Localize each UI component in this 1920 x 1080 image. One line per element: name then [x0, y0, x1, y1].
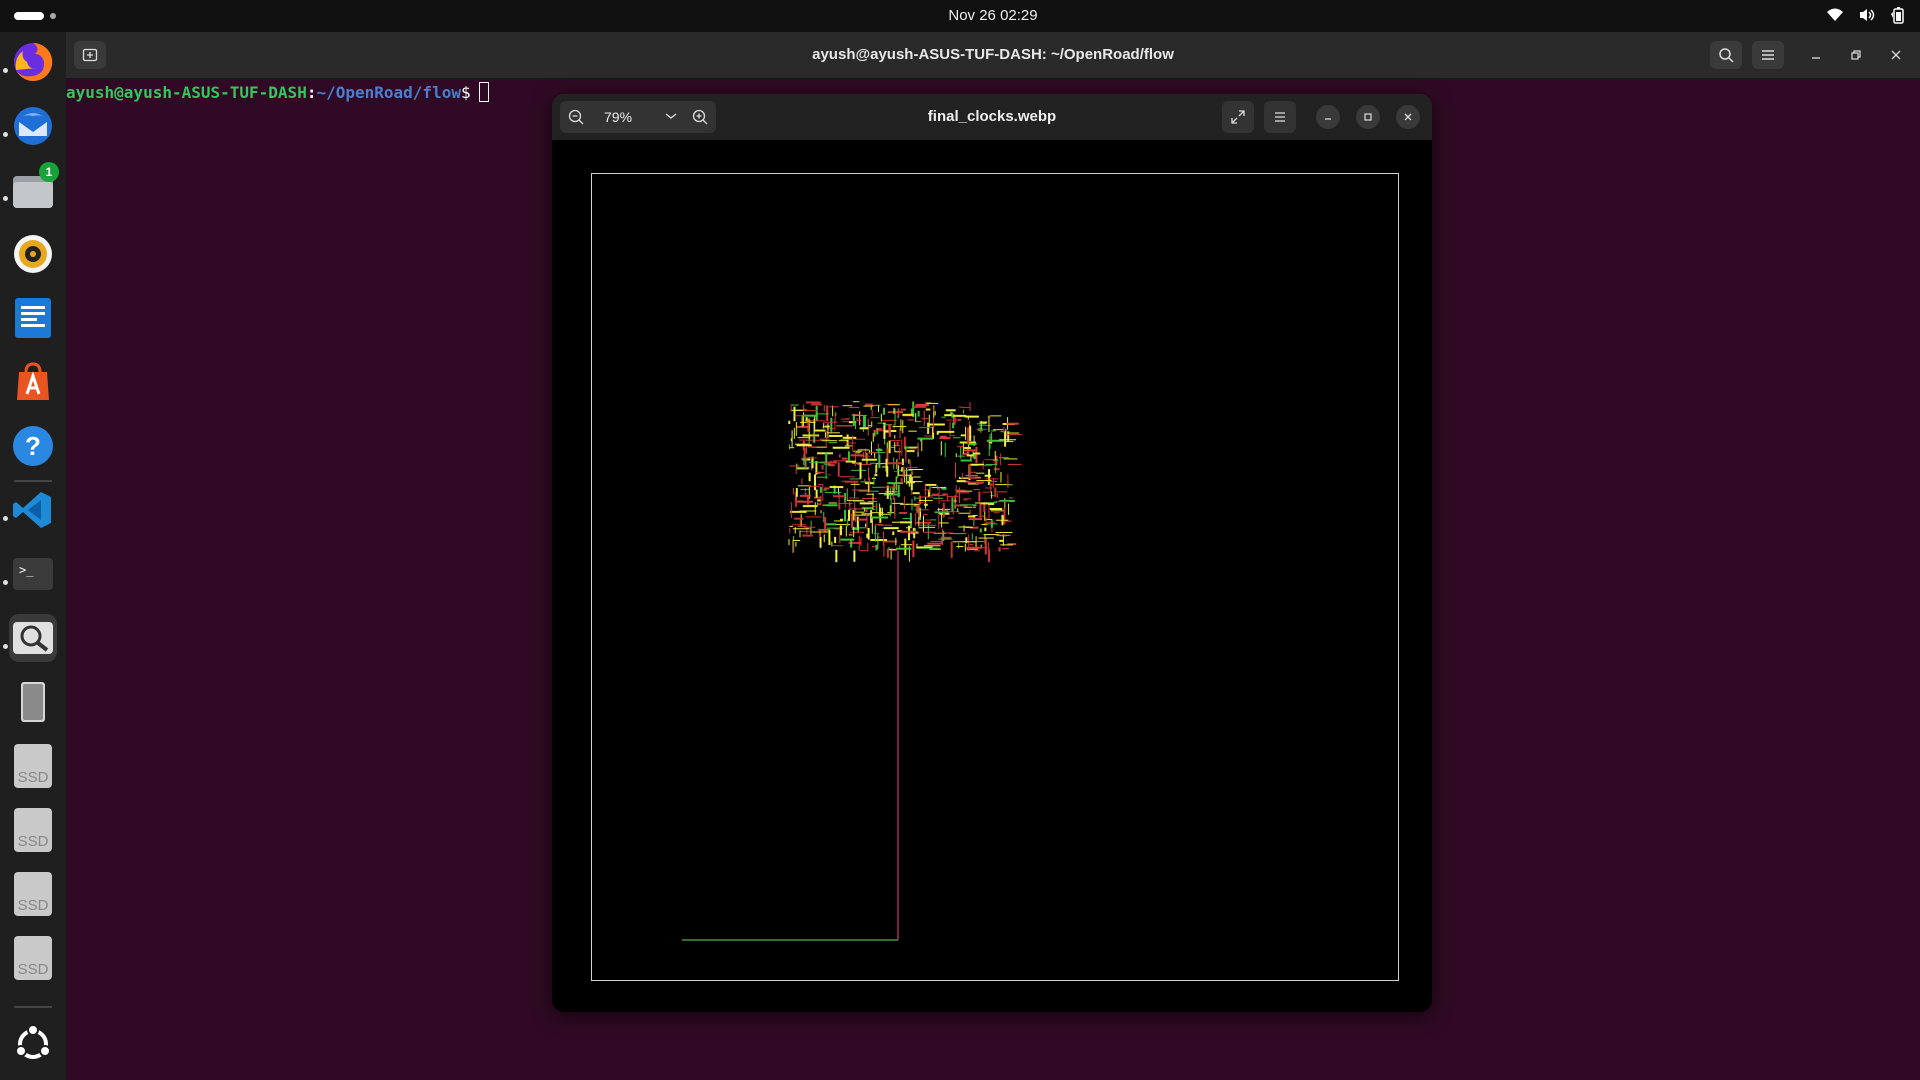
viewer-close-button[interactable]: [1396, 105, 1420, 129]
notification-badge: 1: [39, 162, 59, 182]
terminal-search-button[interactable]: [1710, 41, 1742, 69]
close-icon: [1891, 50, 1901, 60]
vscode-launcher[interactable]: [9, 486, 57, 534]
prompt-dollar: $: [460, 82, 471, 102]
prompt-user-host: ayush@ayush-ASUS-TUF-DASH: [66, 82, 307, 102]
search-icon: [1719, 48, 1734, 63]
ssd-label: SSD: [17, 769, 49, 786]
svg-text:?: ?: [25, 431, 41, 461]
dock-separator: [14, 1006, 52, 1008]
wifi-icon: [1827, 8, 1843, 21]
terminal-header-bar: ayush@ayush-ASUS-TUF-DASH: ~/OpenRoad/fl…: [66, 32, 1920, 79]
writer-launcher[interactable]: [9, 294, 57, 342]
ssd-label: SSD: [17, 897, 49, 914]
battery-icon: [1891, 7, 1904, 24]
dock-separator: [14, 480, 52, 482]
ssd-launcher[interactable]: SSD: [9, 742, 57, 790]
image-viewer-window: 79% final_clocks.webp: [552, 94, 1432, 1012]
firefox-launcher[interactable]: [9, 38, 57, 86]
app-center-launcher[interactable]: [9, 358, 57, 406]
terminal-cursor: [478, 82, 489, 102]
running-indicator: [3, 68, 8, 73]
image-viewer-icon: [13, 622, 53, 654]
ubuntu-icon: [15, 1024, 51, 1059]
restore-icon: [1851, 50, 1861, 60]
terminal-launcher[interactable]: >_: [9, 550, 57, 598]
ssd-icon: SSD: [14, 744, 52, 788]
prompt-path: ~/OpenRoad/flow: [316, 82, 461, 102]
terminal-close-button[interactable]: [1880, 41, 1912, 69]
ssd-icon: SSD: [14, 808, 52, 852]
terminal-icon: >_: [13, 558, 53, 590]
ssd-launcher[interactable]: SSD: [9, 870, 57, 918]
firefox-icon: [14, 42, 53, 81]
terminal-title: ayush@ayush-ASUS-TUF-DASH: ~/OpenRoad/fl…: [812, 46, 1174, 63]
top-bar: Nov 26 02:29: [0, 0, 1920, 32]
running-indicator: [3, 132, 8, 137]
thunderbird-launcher[interactable]: [9, 102, 57, 150]
files-launcher[interactable]: 1: [9, 162, 59, 214]
fullscreen-icon: [1231, 110, 1245, 124]
volume-icon: [1860, 9, 1875, 21]
viewer-maximize-button[interactable]: [1356, 105, 1380, 129]
dock: 1 ? >_ SSD SSD SSD SSD: [0, 32, 66, 1080]
running-indicator: [3, 516, 8, 521]
ssd-launcher[interactable]: SSD: [9, 934, 57, 982]
ssd-icon: SSD: [14, 936, 52, 980]
ssd-label: SSD: [17, 833, 49, 850]
running-indicator: [3, 644, 8, 649]
minimize-icon: [1812, 57, 1820, 59]
maximize-icon: [1364, 113, 1372, 121]
image-filename: final_clocks.webp: [927, 108, 1057, 125]
viewer-menu-button[interactable]: [1264, 101, 1296, 133]
terminal-restore-button[interactable]: [1840, 41, 1872, 69]
show-apps-button[interactable]: [9, 1020, 57, 1068]
hamburger-menu-icon: [1275, 112, 1285, 122]
vscode-icon: [13, 492, 51, 528]
die-boundary: [591, 173, 1399, 981]
image-viewer-header: 79% final_clocks.webp: [552, 94, 1432, 140]
image-viewer-launcher[interactable]: [9, 614, 57, 662]
ssd-launcher[interactable]: SSD: [9, 806, 57, 854]
terminal-menu-button[interactable]: [1752, 41, 1784, 69]
clock[interactable]: Nov 26 02:29: [0, 7, 1920, 24]
svg-text:>_: >_: [19, 563, 34, 577]
running-indicator: [3, 580, 8, 585]
rhythmbox-icon: [14, 235, 52, 273]
terminal-minimize-button[interactable]: [1800, 41, 1832, 69]
fullscreen-button[interactable]: [1222, 101, 1254, 133]
system-tray[interactable]: [1826, 6, 1906, 24]
image-canvas[interactable]: [552, 140, 1432, 1012]
help-icon: ?: [13, 426, 53, 466]
viewer-minimize-button[interactable]: [1316, 105, 1340, 129]
app-center-icon: [17, 362, 49, 400]
ssd-icon: SSD: [14, 872, 52, 916]
clock-tree-layout-image: [591, 173, 1399, 981]
close-icon: [1404, 113, 1412, 121]
help-launcher[interactable]: ?: [9, 422, 57, 470]
writer-icon: [15, 298, 51, 338]
hamburger-menu-icon: [1762, 50, 1774, 60]
drive-icon: [21, 682, 45, 722]
minimize-icon: [1325, 118, 1331, 120]
prompt-colon: :: [306, 82, 317, 102]
running-indicator: [3, 196, 8, 201]
thunderbird-icon: [14, 107, 52, 145]
terminal-prompt[interactable]: ayush@ayush-ASUS-TUF-DASH: ~/OpenRoad/flo…: [66, 82, 489, 102]
drive-launcher[interactable]: [9, 678, 57, 726]
ssd-label: SSD: [17, 961, 49, 978]
rhythmbox-launcher[interactable]: [9, 230, 57, 278]
